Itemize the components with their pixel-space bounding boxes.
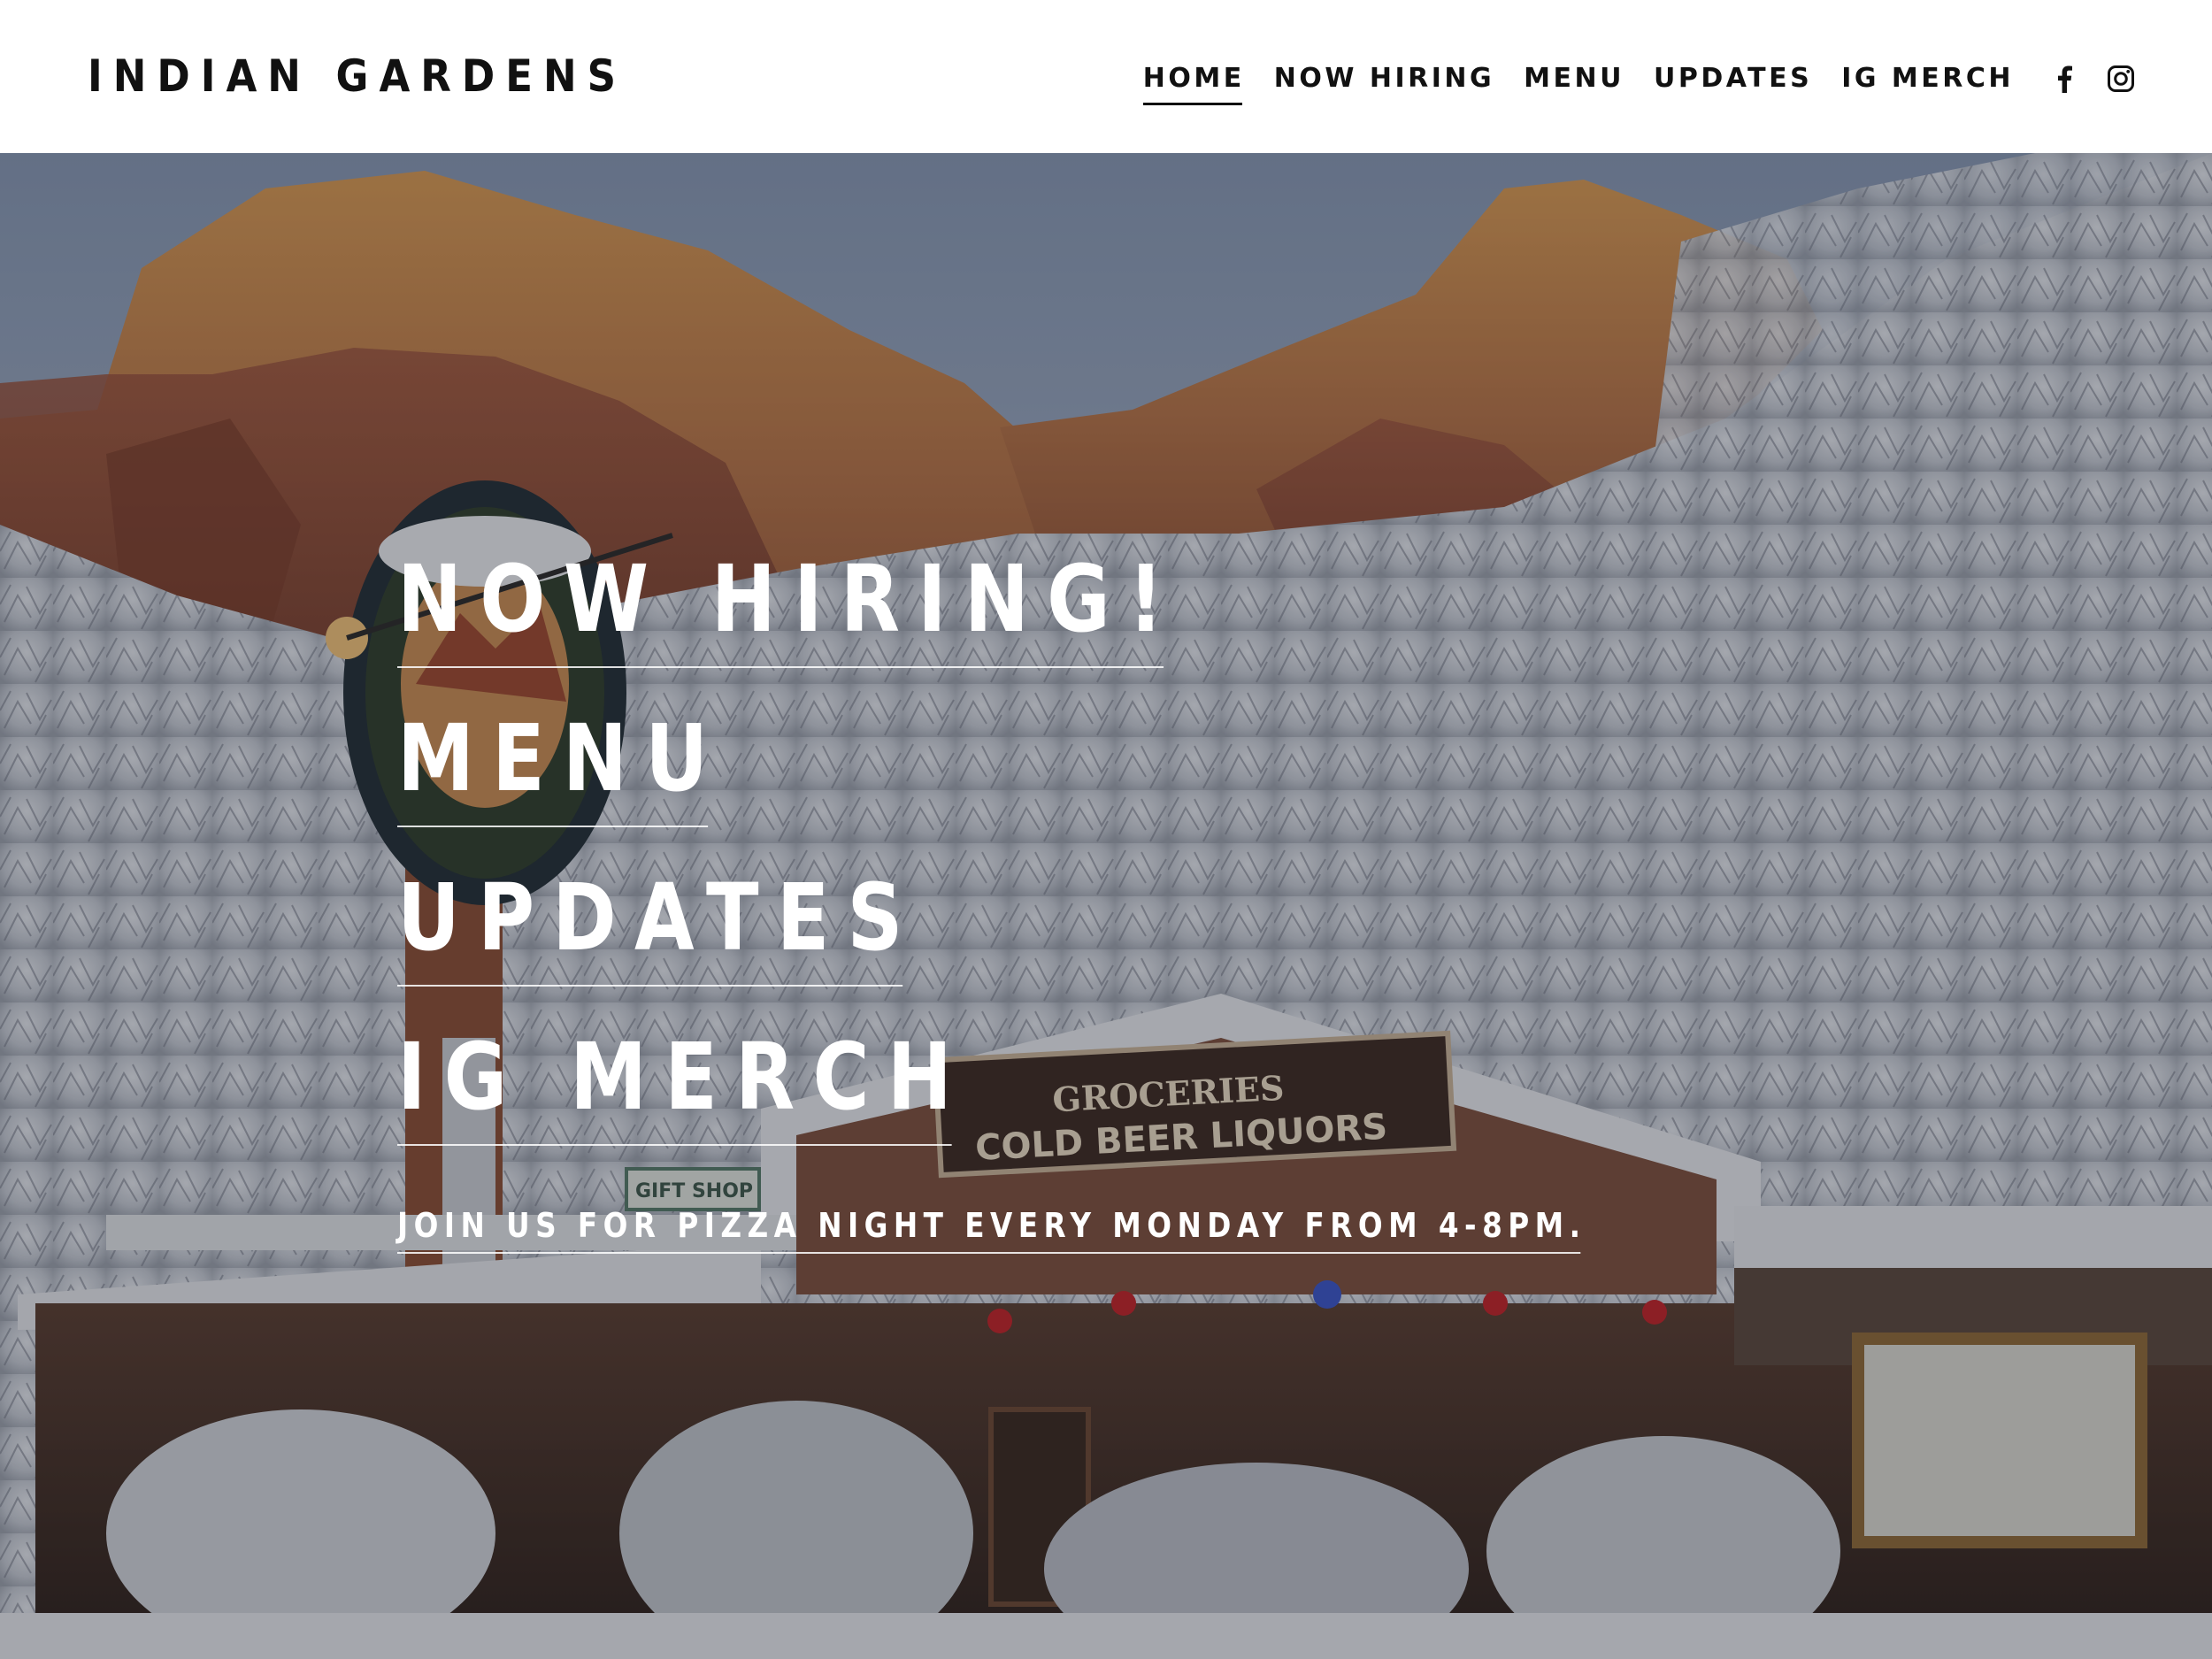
hero-link-ig-merch[interactable]: IG MERCH — [397, 1027, 970, 1146]
hero-links: NOW HIRING! MENU UPDATES IG MERCH JOIN U… — [397, 549, 1779, 1254]
site-header: INDIAN GARDENS HOME NOW HIRING MENU UPDA… — [0, 0, 2212, 153]
nav-link-menu[interactable]: MENU — [1524, 61, 1624, 96]
nav-link-ig-merch[interactable]: IG MERCH — [1841, 61, 2014, 96]
instagram-link[interactable] — [2106, 64, 2136, 94]
nav-link-home[interactable]: HOME — [1142, 61, 1245, 105]
facebook-link[interactable] — [2049, 64, 2079, 94]
social-links — [2049, 64, 2136, 94]
hero-link-updates[interactable]: UPDATES — [397, 868, 921, 987]
nav-link-now-hiring[interactable]: NOW HIRING — [1274, 61, 1494, 96]
hero-section: GROCERIES COLD BEER LIQUORS GIFT SHOP NO… — [0, 153, 2212, 1659]
nav-link-updates[interactable]: UPDATES — [1654, 61, 1812, 96]
site-title[interactable]: INDIAN GARDENS — [88, 50, 626, 103]
hero-tagline-link[interactable]: JOIN US FOR PIZZA NIGHT EVERY MONDAY FRO… — [397, 1206, 1586, 1254]
facebook-icon — [2058, 65, 2072, 93]
hero-link-now-hiring[interactable]: NOW HIRING! — [397, 549, 1181, 668]
main-nav: HOME NOW HIRING MENU UPDATES IG MERCH — [1142, 58, 2136, 105]
instagram-icon — [2108, 65, 2134, 92]
hero-link-menu[interactable]: MENU — [397, 709, 726, 827]
